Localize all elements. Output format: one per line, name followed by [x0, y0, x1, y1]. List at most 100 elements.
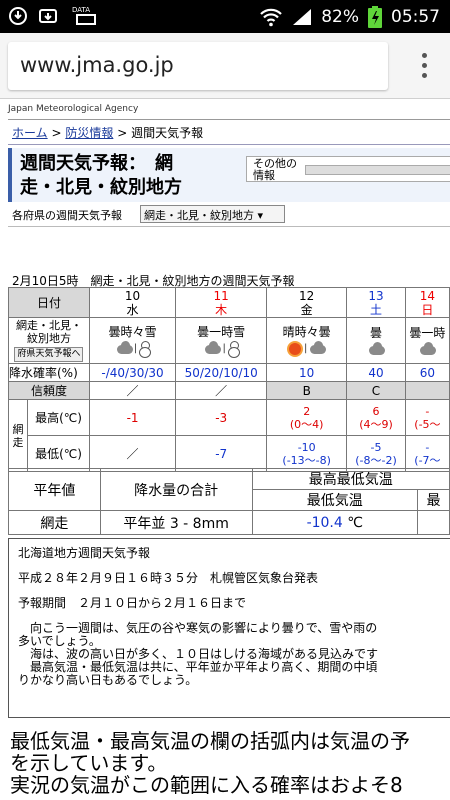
cloud-icon	[115, 340, 133, 355]
other-info-label: その他の 情報	[253, 157, 297, 182]
snowman-icon	[227, 340, 240, 358]
normals-max-value	[417, 510, 450, 535]
precip-row: 降水確率(%) -/40/30/30 50/20/10/10 10 40 60	[8, 363, 450, 382]
normals-label: 平年値	[8, 468, 101, 511]
precip-cell: -/40/30/30	[88, 363, 177, 382]
dropdown-arrow-icon: ▾	[257, 209, 264, 222]
reliability-cell: C	[346, 381, 406, 400]
weekly-forecast-table: 日付 10 水 11 木 12 金 13 土 14 日 網走・北見・ 紋別地方 府県天気予…	[8, 287, 450, 472]
cloud-icon	[203, 340, 222, 355]
date-header: 日付	[8, 287, 90, 318]
breadcrumb: ホーム > 防災情報 > 週間天気予報	[12, 126, 204, 140]
pref-forecast-label: 各府県の週間天気予報	[12, 209, 122, 222]
signal-icon	[293, 9, 312, 25]
day-cell: 11 木	[175, 287, 268, 318]
min-temp-row: 最低(℃) ／ -7 -10 (-13～-8) -5 (-8～-2) - (-7～	[9, 435, 450, 472]
data-label: DATA	[72, 6, 91, 14]
address-bar[interactable]: www.jma.go.jp	[8, 42, 388, 90]
pref-area-select[interactable]: 網走・北見・紋別地方 ▾	[140, 205, 285, 223]
breadcrumb-current: 週間天気予報	[131, 126, 204, 140]
reliability-label: 信頼度	[8, 381, 90, 400]
precip-cell: 40	[346, 363, 406, 382]
text-body: 向こう一週間は、気圧の谷や寒気の影響により曇りで、雪や雨の 多いでしょう。 海は…	[18, 621, 379, 687]
page-header: 週間天気予報： 網 走・北見・紋別地方 その他の 情報	[8, 148, 450, 202]
browser-toolbar: www.jma.go.jp	[0, 33, 450, 99]
normals-table: 平年値 降水量の合計 最高最低気温 最低気温 最 網走 平年並 3 - 8mm …	[8, 468, 450, 535]
max-cell: 2 (0～4)	[266, 399, 348, 436]
day-cell: 12 金	[266, 287, 348, 318]
divider	[8, 226, 450, 227]
battery-percent: 82%	[321, 7, 359, 27]
weather-cell: 晴時々曇 |	[266, 317, 348, 364]
temp-header: 最高最低気温	[251, 468, 450, 490]
divider	[8, 144, 450, 145]
text-period: 予報期間 ２月１０日から２月１６日まで	[18, 596, 247, 610]
normals-region: 網走	[8, 510, 101, 535]
min-cell: - (-7～	[404, 435, 450, 472]
data-icon: DATA	[68, 6, 108, 26]
max-cell: -1	[88, 399, 177, 436]
min-cell: ／	[88, 435, 177, 472]
weather-row: 網走・北見・ 紋別地方 府県天気予報へ 曇時々雪 | 曇一時雪 | 晴時々曇 |…	[8, 317, 450, 364]
other-info-dropdown[interactable]	[305, 165, 450, 175]
min-cell: -10 (-13～-8)	[266, 435, 348, 472]
cloud-icon	[367, 341, 385, 356]
status-bar: DATA 82% 05:57	[0, 0, 450, 33]
reliability-cell	[404, 381, 450, 400]
snowman-icon	[138, 340, 152, 358]
agency-name: Japan Meteorological Agency	[8, 104, 139, 114]
pref-forecast-button[interactable]: 府県天気予報へ	[14, 347, 84, 362]
day-cell: 13 土	[346, 287, 406, 318]
battery-charging-icon	[368, 6, 382, 28]
weather-cell: 曇時々雪 |	[88, 317, 177, 364]
precip-sum-header: 降水量の合計	[99, 468, 253, 511]
normals-min-value: -10.4 ℃	[251, 510, 419, 535]
precip-label: 降水確率(%)	[8, 363, 90, 382]
text-heading: 北海道地方週間天気予報	[18, 546, 151, 560]
reliability-cell: ／	[88, 381, 177, 400]
usb-icon	[9, 7, 27, 25]
url-text[interactable]: www.jma.go.jp	[20, 53, 174, 77]
max-temp-header: 最	[417, 489, 450, 511]
other-info-select[interactable]: その他の 情報	[246, 156, 450, 182]
region-label: 網走	[8, 399, 28, 472]
reliability-cell: ／	[175, 381, 268, 400]
max-temp-row: 網走 最高(℃) -1 -3 2 (0～4) 6 (4～9) - (-5～	[8, 399, 450, 472]
footnote: 最低気温・最高気温の欄の括弧内は気温の予 を示しています。 実況の気温がこの範囲…	[10, 730, 410, 796]
page-title: 週間天気予報： 網 走・北見・紋別地方	[20, 153, 182, 198]
weather-cell: 曇一時雪 |	[175, 317, 268, 364]
min-label: 最低(℃)	[27, 435, 90, 472]
reliability-cell: B	[266, 381, 348, 400]
min-temp-header: 最低気温	[251, 489, 419, 511]
normals-precip-value: 平年並 3 - 8mm	[99, 510, 253, 535]
system-indicators: 82% 05:57	[259, 6, 440, 28]
max-cell: -3	[175, 399, 268, 436]
breadcrumb-home-link[interactable]: ホーム	[12, 126, 48, 140]
clock: 05:57	[391, 7, 440, 27]
day-cell: 14 日	[404, 287, 450, 318]
day-cell: 10 水	[88, 287, 177, 318]
divider	[8, 119, 450, 120]
weather-cell: 曇一時	[404, 317, 450, 364]
precip-cell: 60	[404, 363, 450, 382]
min-cell: -7	[175, 435, 268, 472]
breadcrumb-disaster-link[interactable]: 防災情報	[65, 126, 113, 140]
weather-cell: 曇	[346, 317, 406, 364]
notification-icons: DATA	[8, 6, 108, 26]
min-cell: -5 (-8～-2)	[346, 435, 406, 472]
wifi-icon	[260, 8, 282, 27]
max-label: 最高(℃)	[27, 399, 90, 436]
precip-cell: 10	[266, 363, 348, 382]
max-cell: 6 (4～9)	[346, 399, 406, 436]
download-icon	[39, 9, 57, 23]
forecast-text-box: 北海道地方週間天気予報 平成２８年２月９日１６時３５分 札幌管区気象台発表 予報…	[8, 538, 450, 718]
overflow-menu-icon[interactable]	[422, 53, 428, 79]
sun-icon	[287, 341, 303, 357]
cloud-icon	[418, 341, 437, 356]
text-issued: 平成２８年２月９日１６時３５分 札幌管区気象台発表	[18, 571, 319, 585]
max-cell: - (-5～	[404, 399, 450, 436]
precip-cell: 50/20/10/10	[175, 363, 268, 382]
cloud-icon	[308, 340, 327, 355]
reliability-row: 信頼度 ／ ／ B C	[8, 381, 450, 400]
page-content: Japan Meteorological Agency ホーム > 防災情報 >…	[0, 100, 450, 800]
